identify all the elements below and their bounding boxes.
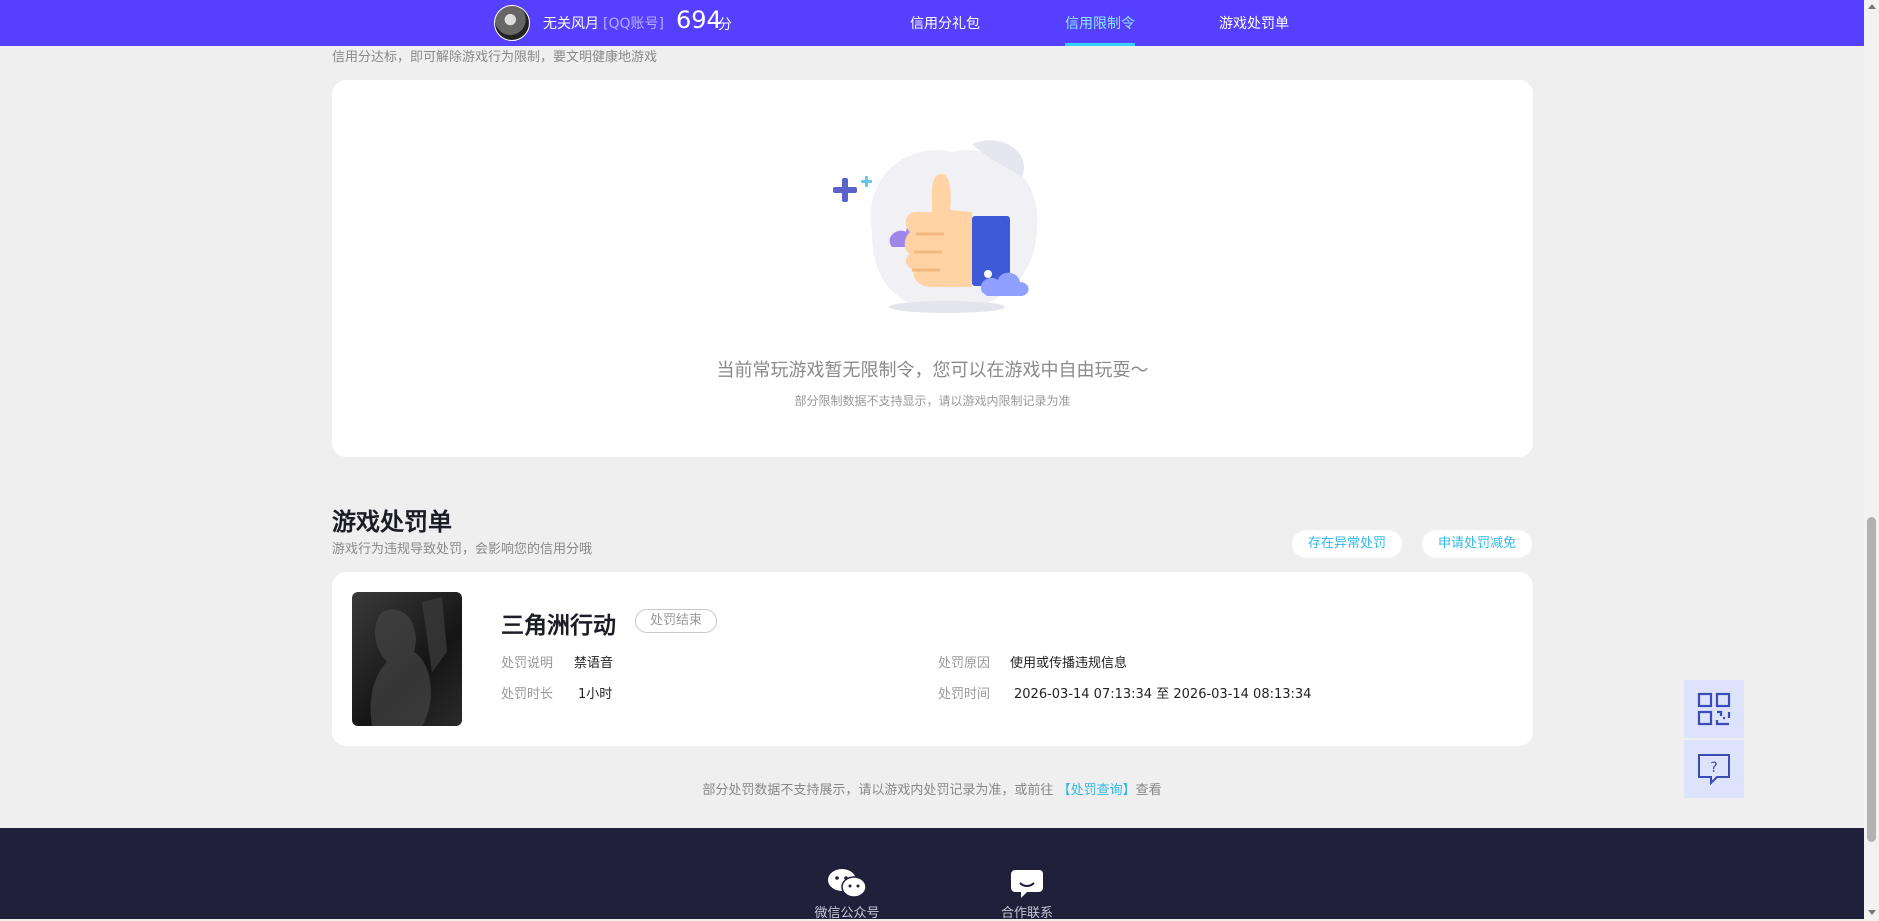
restriction-empty-card: 当前常玩游戏暂无限制令，您可以在游戏中自由玩耍～ 部分限制数据不支持显示，请以游… [332,80,1533,457]
penalty-duration-label: 处罚时长 [501,687,554,702]
penalty-desc-label: 处罚说明 [501,656,554,671]
scroll-up-arrow[interactable] [1868,4,1876,9]
qr-code-button[interactable] [1684,680,1744,738]
penalty-footnote-text: 部分处罚数据不支持展示，请以游戏内处罚记录为准，或前往 [702,783,1054,798]
penalty-section-title: 游戏处罚单 [332,508,452,536]
penalty-footnote-suffix: 查看 [1135,783,1162,798]
penalty-duration-value: 1小时 [578,687,613,702]
active-tab-indicator [1065,43,1135,46]
credit-score: 694 [676,6,722,34]
restriction-subtitle: 信用分达标，即可解除游戏行为限制，要文明健康地游戏 [332,50,658,65]
penalty-section-subtitle: 游戏行为违规导致处罚，会影响您的信用分哦 [332,542,593,557]
penalty-time-range: 2026-03-14 07:13:34 至 2026-03-14 08:13:3… [1014,683,1311,702]
help-feedback-button[interactable]: ? [1684,740,1744,798]
penalty-reason-value: 使用或传播违规信息 [1010,656,1128,671]
footer-contact-link[interactable]: 合作联系 [990,868,1064,921]
scroll-down-arrow[interactable] [1868,910,1876,915]
user-avatar[interactable] [494,5,530,41]
penalty-status-badge: 处罚结束 [635,609,718,633]
scrollbar-thumb[interactable] [1867,517,1876,842]
penalty-time-separator: 至 [1156,687,1170,702]
penalty-reason-label: 处罚原因 [938,656,991,671]
qr-code-icon [1697,692,1731,726]
restriction-empty-note: 部分限制数据不支持显示，请以游戏内限制记录为准 [794,394,1071,408]
chat-bubble-icon [1011,870,1043,898]
game-cover-image [352,592,462,726]
penalty-query-link[interactable]: 【处罚查询】 [1058,783,1136,798]
penalty-game-name: 三角洲行动 [501,613,616,639]
help-message-icon: ? [1698,754,1730,785]
svg-text:?: ? [1710,760,1717,776]
user-name: 无关风月 [543,16,599,32]
nav-credit-gift[interactable]: 信用分礼包 [910,13,980,33]
penalty-record-card: 三角洲行动 处罚结束 处罚说明 禁语音 处罚时长 1小时 处罚原因 使用或传播违… [332,572,1533,746]
penalty-footnote: 部分处罚数据不支持展示，请以游戏内处罚记录为准，或前往 【处罚查询】查看 [0,779,1864,798]
restriction-empty-title: 当前常玩游戏暂无限制令，您可以在游戏中自由玩耍～ [716,360,1149,381]
report-abnormal-penalty-button[interactable]: 存在异常处罚 [1292,530,1402,558]
nav-credit-restriction[interactable]: 信用限制令 [1065,13,1135,33]
top-navigation-bar: 无关风月 [QQ账号] 694 分 信用分礼包 信用限制令 游戏处罚单 [0,0,1864,46]
apply-penalty-reduction-button[interactable]: 申请处罚减免 [1422,530,1532,558]
wechat-icon [828,869,867,898]
penalty-time-start: 2026-03-14 07:13:34 [1014,687,1153,702]
account-type: [QQ账号] [603,16,664,32]
nav-game-penalty[interactable]: 游戏处罚单 [1219,13,1289,33]
page-scrollbar[interactable] [1864,0,1879,919]
penalty-time-label: 处罚时间 [938,687,991,702]
footer-wechat-link[interactable]: 微信公众号 [810,868,884,921]
penalty-time-end: 2026-03-14 08:13:34 [1173,687,1312,702]
page-footer: 微信公众号 合作联系 [0,828,1864,921]
thumbs-up-illustration [833,140,1038,313]
penalty-desc-value: 禁语音 [574,656,614,671]
credit-score-unit: 分 [718,17,732,33]
